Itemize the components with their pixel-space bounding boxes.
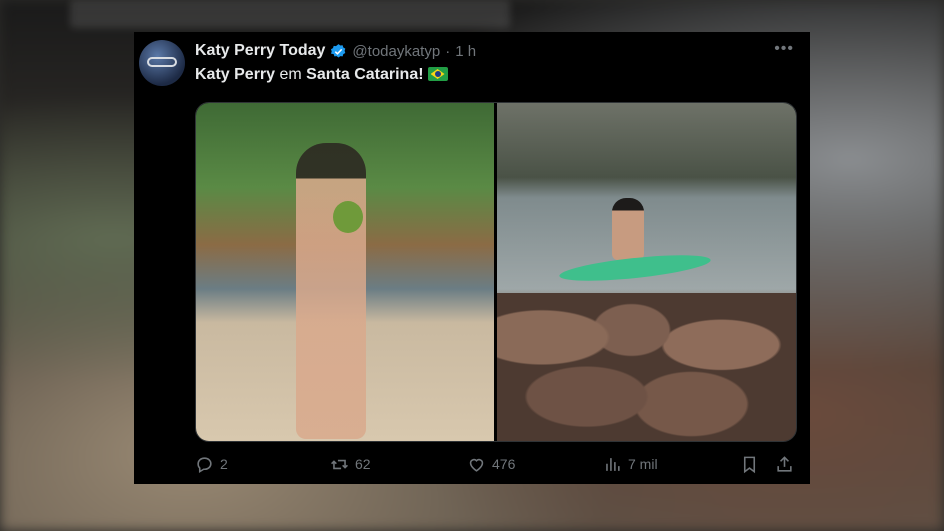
like-count: 476 [492,456,516,472]
tweet-text: Katy Perry em Santa Catarina! [195,66,448,84]
blurred-header-bar [70,0,510,28]
photo-coconut [333,201,363,233]
bookmark-icon [743,456,756,473]
views-chart-icon [606,457,620,471]
photo-rock-wall [497,293,796,441]
tweet-card[interactable]: Katy Perry Today @todaykatyp · 1 h ••• K… [134,32,810,484]
handle[interactable]: @todaykatyp [352,43,440,60]
tweet-text-place: Santa Catarina! [306,66,424,83]
photo-paddler-figure [612,198,644,260]
views-count: 7 mil [628,456,658,472]
tweet-header: Katy Perry Today @todaykatyp · 1 h [195,41,476,61]
tweet-text-connector: em [275,66,307,83]
repost-button[interactable]: 62 [330,452,371,476]
repost-icon [331,459,348,469]
verified-badge-icon [331,43,346,58]
bookmark-button[interactable] [740,452,759,476]
tweet-text-name: Katy Perry [195,66,276,83]
avatar[interactable] [139,40,185,86]
reply-count: 2 [220,456,228,472]
photo-beach[interactable] [196,103,494,441]
action-bar: 2 62 476 7 mil [195,452,795,476]
repost-count: 62 [355,456,371,472]
heart-icon [469,458,484,472]
photo-paddleboard[interactable] [497,103,796,441]
media-grid [195,102,797,442]
share-button[interactable] [775,452,794,476]
photo-person-figure [296,143,366,439]
timestamp[interactable]: 1 h [455,43,476,60]
avatar-glasses-graphic [147,57,177,67]
brazil-flag-icon [427,67,448,81]
share-icon [777,455,792,472]
views-button[interactable]: 7 mil [603,452,658,476]
reply-button[interactable]: 2 [195,452,228,476]
like-button[interactable]: 476 [467,452,515,476]
separator-dot: · [445,42,451,60]
display-name[interactable]: Katy Perry Today [195,42,325,60]
reply-icon [197,456,212,473]
more-options-icon[interactable]: ••• [774,40,794,58]
